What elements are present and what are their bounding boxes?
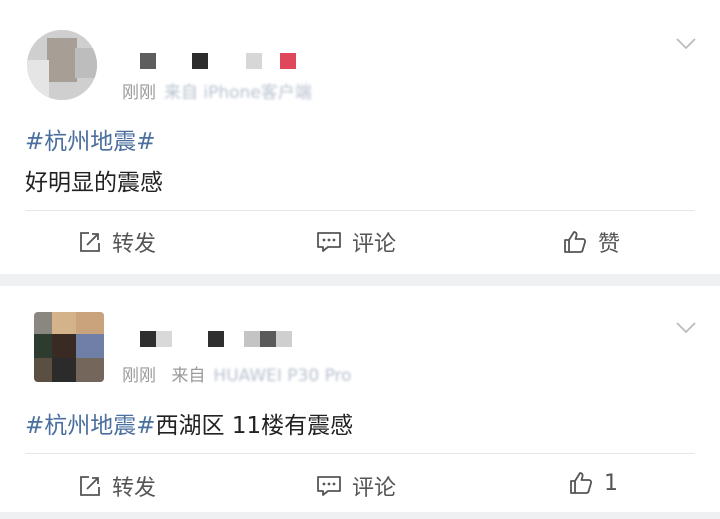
chevron-down-icon[interactable] — [676, 322, 696, 334]
comment-button[interactable]: 评论 — [316, 226, 396, 258]
comment-button[interactable]: 评论 — [316, 470, 396, 502]
divider — [25, 210, 695, 211]
hashtag-link[interactable]: #杭州地震# — [25, 129, 156, 155]
repost-label: 转发 — [112, 476, 157, 501]
post-meta: 刚刚 来自 iPhone客户端 — [122, 78, 312, 103]
post-text: 好明显的震感 — [25, 170, 163, 196]
feed-gap — [0, 512, 720, 519]
avatar[interactable] — [27, 30, 97, 100]
post-source: HUAWEI P30 Pro — [213, 366, 352, 386]
post-meta: 刚刚 来自 HUAWEI P30 Pro — [122, 361, 352, 386]
divider — [25, 453, 695, 454]
repost-button[interactable]: 转发 — [78, 470, 156, 502]
post-time: 刚刚 — [122, 83, 156, 103]
comment-icon — [317, 476, 341, 496]
like-count: 1 — [604, 470, 618, 496]
like-button[interactable]: 1 — [568, 470, 618, 496]
comment-label: 评论 — [352, 232, 397, 257]
comment-icon — [317, 232, 341, 252]
post-source: 来自 iPhone客户端 — [164, 83, 312, 103]
repost-icon — [80, 476, 100, 496]
post-text-line: #杭州地震#西湖区 11楼有震感 — [25, 406, 353, 440]
post-source-prefix: 来自 — [171, 366, 206, 386]
post-hashtag-line: #杭州地震# — [25, 122, 156, 156]
post-card-2: 刚刚 来自 HUAWEI P30 Pro #杭州地震#西湖区 11楼有震感 转发 … — [0, 286, 720, 519]
repost-button[interactable]: 转发 — [78, 226, 156, 258]
hashtag-link[interactable]: #杭州地震# — [25, 413, 156, 439]
repost-label: 转发 — [112, 232, 157, 257]
like-icon — [564, 231, 587, 253]
like-button[interactable]: 赞 — [562, 226, 620, 258]
post-time: 刚刚 — [122, 366, 156, 386]
post-card-1: 刚刚 来自 iPhone客户端 #杭州地震# 好明显的震感 转发 评论 赞 — [0, 0, 720, 274]
post-text: 西湖区 11楼有震感 — [155, 413, 354, 439]
like-icon — [570, 472, 593, 494]
like-label: 赞 — [598, 232, 621, 257]
repost-icon — [80, 232, 100, 252]
avatar[interactable] — [34, 312, 104, 382]
chevron-down-icon[interactable] — [676, 38, 696, 50]
comment-label: 评论 — [352, 476, 397, 501]
